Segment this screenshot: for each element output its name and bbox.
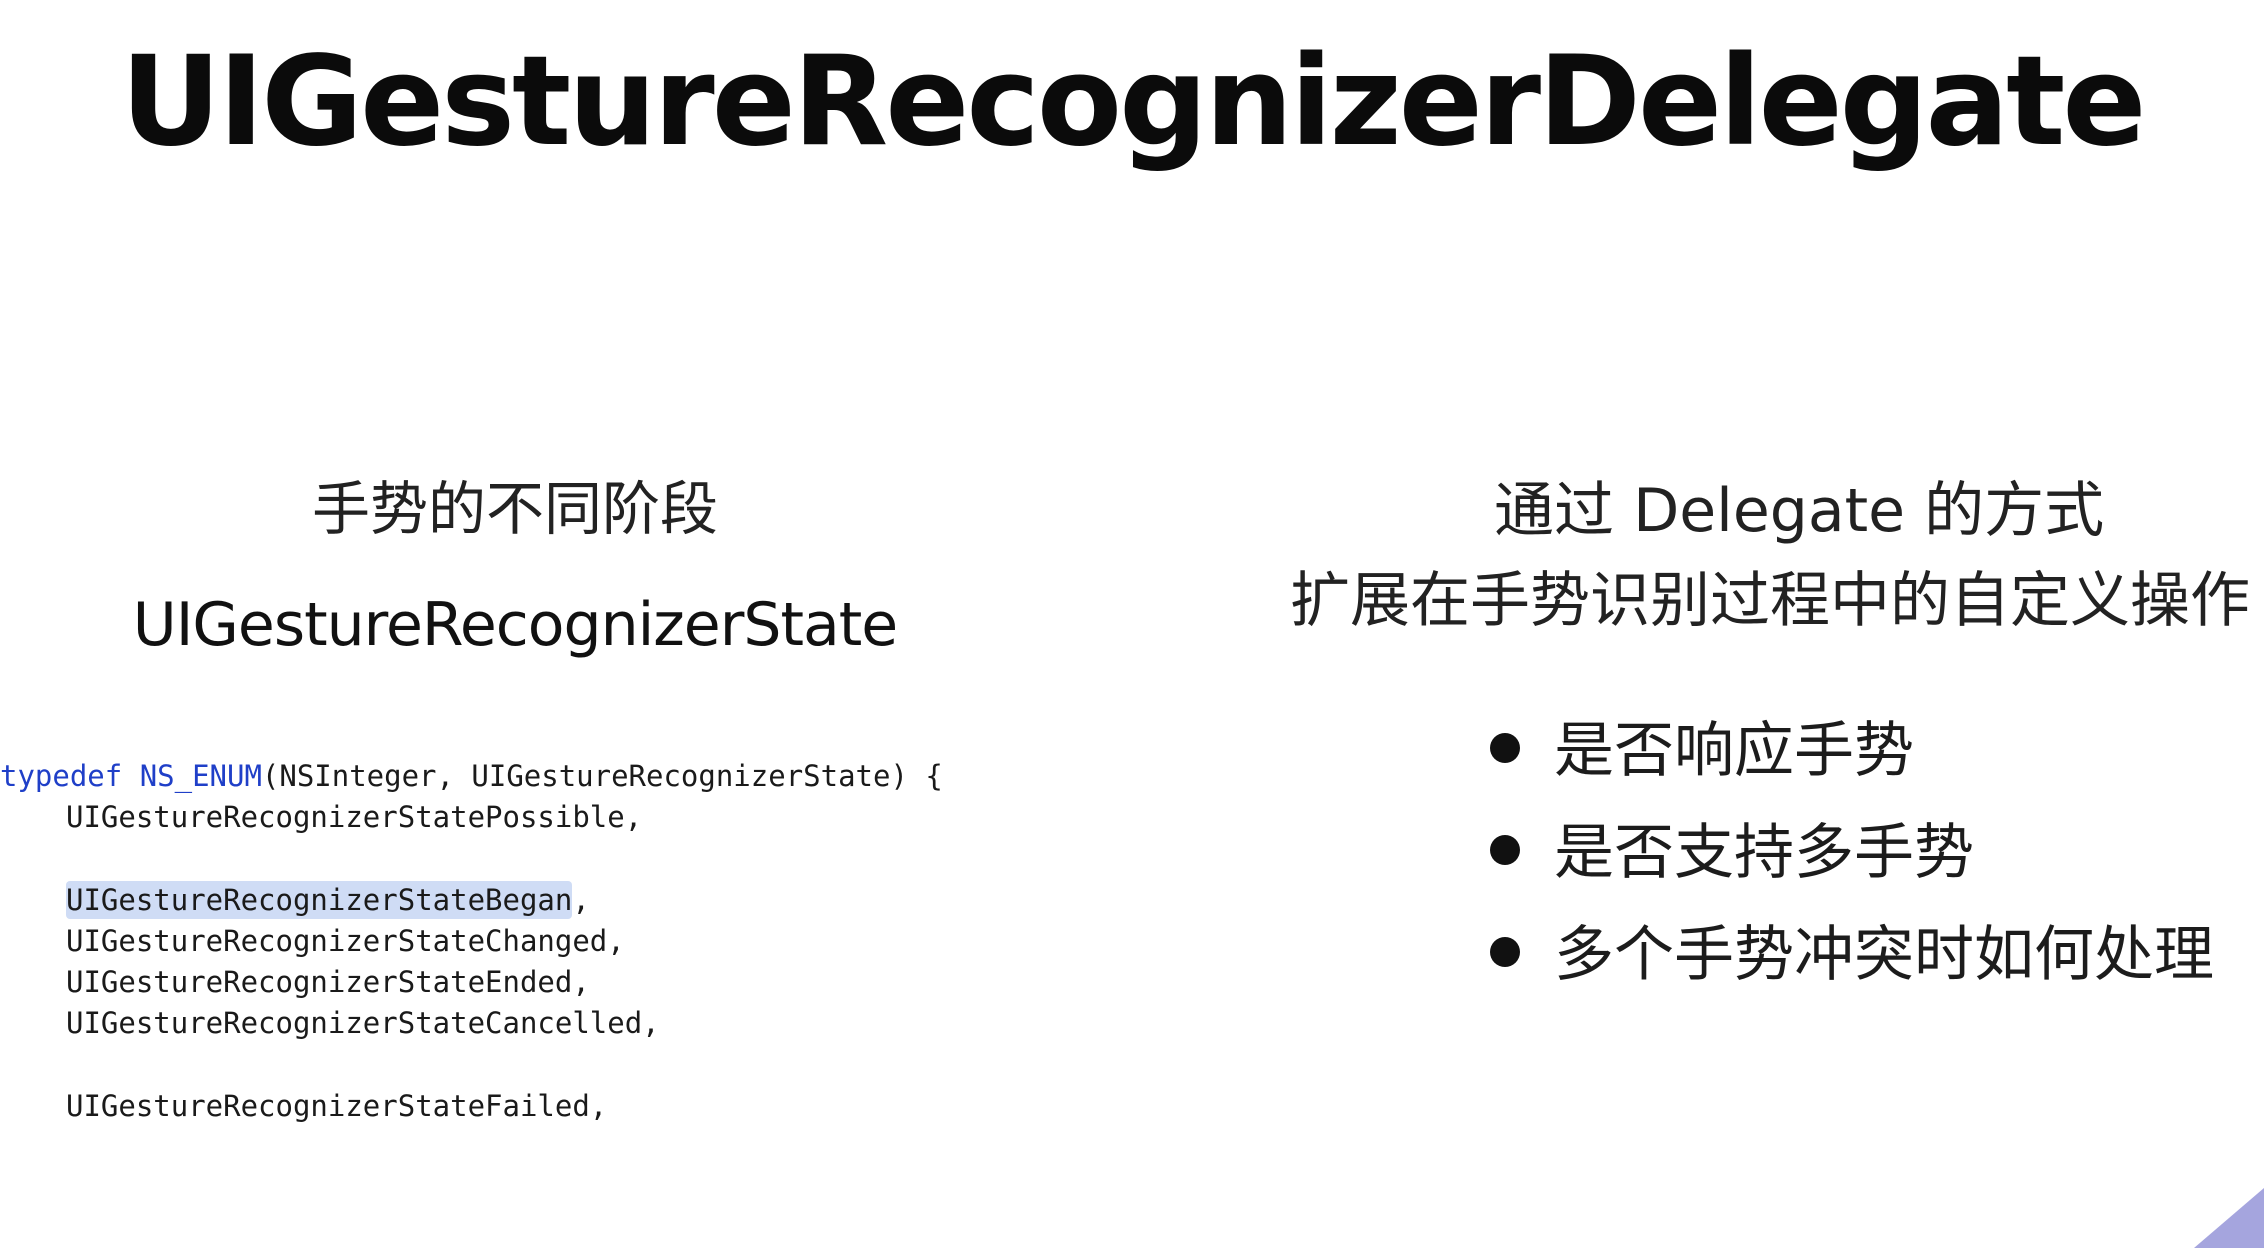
slide-title: UIGestureRecognizerDelegate <box>120 30 2146 174</box>
bullet-dot-icon <box>1490 835 1520 866</box>
bullet-dot-icon <box>1490 937 1520 968</box>
list-item: 是否支持多手势 <box>1490 802 2214 904</box>
left-heading: 手势的不同阶段 <box>311 475 718 543</box>
code-keyword-typedef: typedef <box>0 759 123 793</box>
left-subheading: UIGestureRecognizerState <box>132 590 898 660</box>
code-state-began-suffix: , <box>572 883 590 917</box>
code-state-possible: UIGestureRecognizerStatePossible, <box>66 800 643 834</box>
code-state-ended: UIGestureRecognizerStateEnded, <box>66 965 590 999</box>
code-typedef-rest: (NSInteger, UIGestureRecognizerState) { <box>261 759 943 793</box>
code-keyword-ns-enum: NS_ENUM <box>139 759 262 793</box>
right-heading-line1: 通过 Delegate 的方式 <box>1494 476 2105 546</box>
bullet-label: 是否响应手势 <box>1554 716 1914 786</box>
code-block: typedef NS_ENUM(NSInteger, UIGestureReco… <box>0 756 943 1123</box>
bullet-label: 是否支持多手势 <box>1554 818 1974 888</box>
list-item: 是否响应手势 <box>1490 700 2214 802</box>
code-state-failed: UIGestureRecognizerStateFailed, <box>66 1089 608 1123</box>
code-state-began-highlighted: UIGestureRecognizerStateBegan <box>66 881 573 919</box>
code-line-failed: UIGestureRecognizerStateFailed, <box>0 1086 607 1126</box>
code-line-changed: UIGestureRecognizerStateChanged, <box>0 921 625 961</box>
code-line-cancelled: UIGestureRecognizerStateCancelled, <box>0 1003 660 1043</box>
bullet-label: 多个手势冲突时如何处理 <box>1554 920 2214 990</box>
code-line-ended: UIGestureRecognizerStateEnded, <box>0 962 590 1002</box>
right-heading-line2: 扩展在手势识别过程中的自定义操作 <box>1290 566 2250 636</box>
list-item: 多个手势冲突时如何处理 <box>1490 904 2214 1006</box>
corner-accent-shape <box>2194 1188 2264 1248</box>
code-line-began: UIGestureRecognizerStateBegan, <box>0 880 590 920</box>
code-line-possible: UIGestureRecognizerStatePossible, <box>0 797 642 837</box>
code-state-cancelled: UIGestureRecognizerStateCancelled, <box>66 1006 660 1040</box>
bullet-list: 是否响应手势 是否支持多手势 多个手势冲突时如何处理 <box>1490 700 2214 1006</box>
bullet-dot-icon <box>1490 733 1520 764</box>
code-state-changed: UIGestureRecognizerStateChanged, <box>66 924 625 958</box>
code-line-typedef: typedef NS_ENUM(NSInteger, UIGestureReco… <box>0 756 943 796</box>
